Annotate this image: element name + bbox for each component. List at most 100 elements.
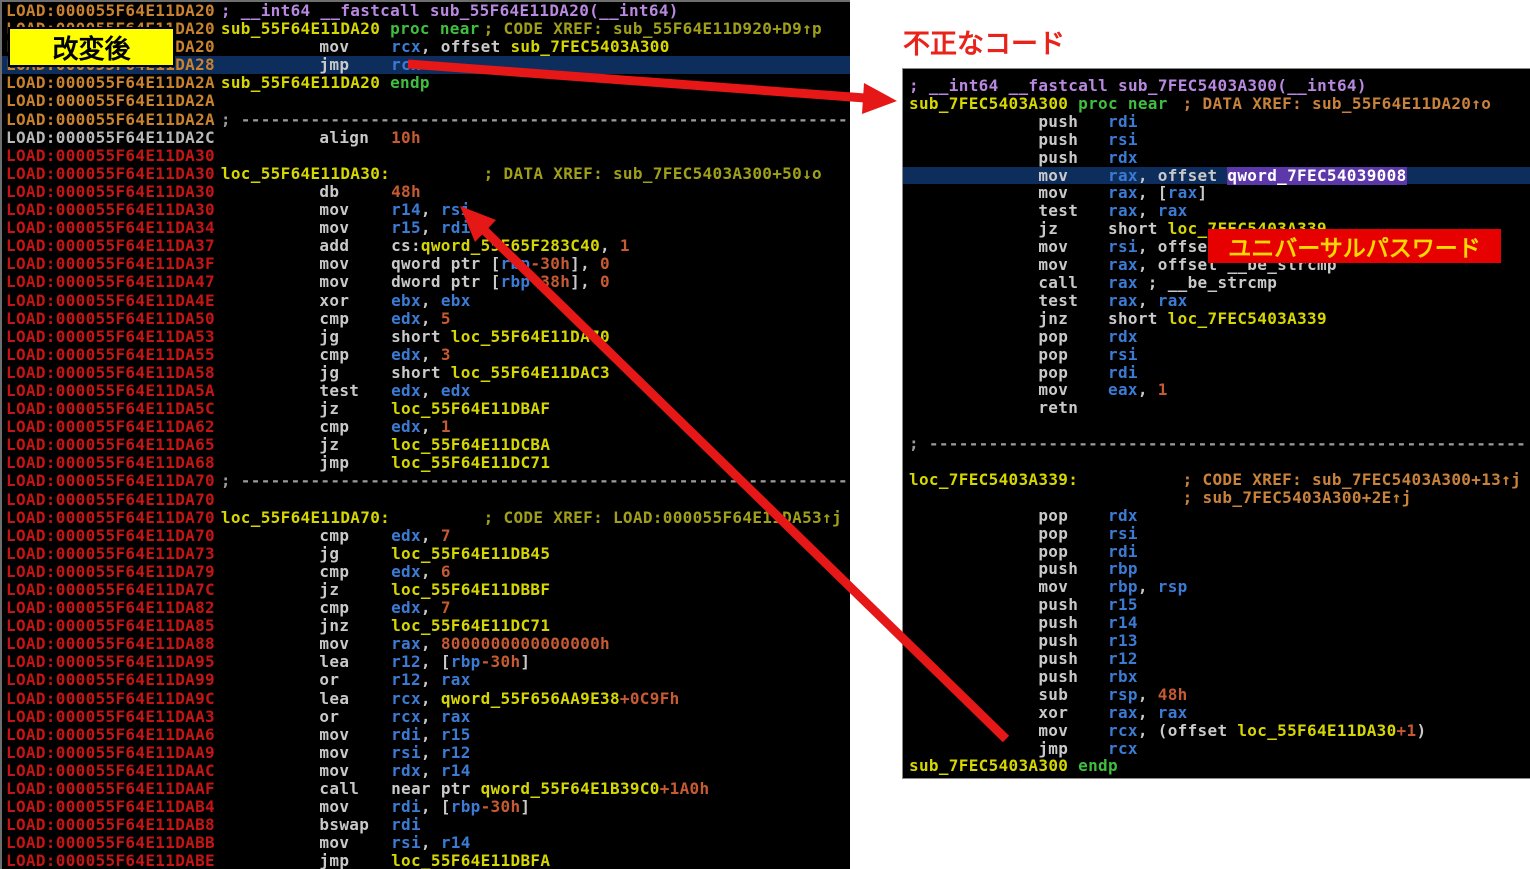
disassembly-panel-patched[interactable]: LOAD:000055F64E11DA20; __int64 __fastcal… (0, 0, 850, 869)
asm-row[interactable]: LOAD:000055F64E11DA30loc_55F64E11DA30:; … (2, 165, 850, 183)
asm-row[interactable]: LOAD:000055F64E11DAB8bswaprdi (2, 816, 850, 834)
asm-row[interactable]: LOAD:000055F64E11DAB4movrdi, [rbp-30h] (2, 798, 850, 816)
asm-row[interactable]: ; --------------------------------------… (903, 435, 1530, 453)
asm-row[interactable]: LOAD:000055F64E11DAAFcallnear ptr qword_… (2, 780, 850, 798)
asm-row[interactable]: movrbp, rsp (903, 578, 1530, 596)
asm-row[interactable]: pushrbx (903, 668, 1530, 686)
asm-row[interactable]: LOAD:000055F64E11DA58jgshort loc_55F64E1… (2, 364, 850, 382)
asm-token: r12 (1108, 650, 1138, 668)
asm-token: push (1038, 632, 1078, 650)
asm-row[interactable]: LOAD:000055F64E11DA30 (2, 147, 850, 165)
asm-row[interactable]: LOAD:000055F64E11DABEjmploc_55F64E11DBFA (2, 852, 850, 869)
asm-token: +1 (1397, 722, 1417, 740)
asm-token: short (1108, 220, 1168, 238)
disassembly-panel-malicious[interactable]: ; __int64 __fastcall sub_7FEC5403A300(__… (902, 68, 1530, 779)
asm-row[interactable]: poprdi (903, 364, 1530, 382)
asm-token: sub_55F64E11DA20 (221, 74, 380, 92)
asm-row[interactable]: jnzshort loc_7FEC5403A339 (903, 310, 1530, 328)
asm-row[interactable]: pushrdx (903, 149, 1530, 167)
asm-token: jz (1038, 220, 1058, 238)
asm-row[interactable]: LOAD:000055F64E11DA73jgloc_55F64E11DB45 (2, 545, 850, 563)
asm-token: rbp (501, 273, 531, 291)
asm-row[interactable]: poprdx (903, 507, 1530, 525)
asm-row[interactable]: ; sub_7FEC5403A300+2E↑j (903, 489, 1530, 507)
asm-token: rcx (1108, 740, 1138, 758)
asm-row[interactable]: sub_7FEC5403A300proc near; DATA XREF: su… (903, 95, 1530, 113)
asm-row[interactable]: pushrsi (903, 131, 1530, 149)
asm-row[interactable]: LOAD:000055F64E11DA30db48h (2, 183, 850, 201)
asm-token: , [ (1138, 184, 1168, 202)
asm-row[interactable]: movrax, offset qword_7FEC54039008 (903, 167, 1530, 185)
asm-row[interactable]: LOAD:000055F64E11DAA3orrcx, rax (2, 708, 850, 726)
asm-token: rdi (391, 726, 421, 744)
asm-row[interactable]: subrsp, 48h (903, 686, 1530, 704)
asm-row[interactable]: LOAD:000055F64E11DA34movr15, rdi (2, 219, 850, 237)
asm-row[interactable]: poprsi (903, 346, 1530, 364)
asm-row[interactable]: sub_7FEC5403A300endp (903, 757, 1530, 775)
asm-row[interactable]: LOAD:000055F64E11DA50cmpedx, 5 (2, 310, 850, 328)
asm-row[interactable]: LOAD:000055F64E11DA85jnzloc_55F64E11DC71 (2, 617, 850, 635)
asm-row[interactable]: pushr15 (903, 596, 1530, 614)
asm-row[interactable]: LOAD:000055F64E11DA47movdword ptr [rbp-3… (2, 273, 850, 291)
asm-row[interactable]: LOAD:000055F64E11DA9Clearcx, qword_55F65… (2, 690, 850, 708)
asm-row[interactable]: LOAD:000055F64E11DA2Calign10h (2, 129, 850, 147)
asm-row[interactable]: xorrax, rax (903, 704, 1530, 722)
asm-row[interactable]: LOAD:000055F64E11DA2A (2, 92, 850, 110)
asm-row[interactable]: LOAD:000055F64E11DA70; -----------------… (2, 472, 850, 490)
asm-token: , (421, 834, 441, 852)
asm-row[interactable]: LOAD:000055F64E11DA70loc_55F64E11DA70:; … (2, 509, 850, 527)
asm-row[interactable]: LOAD:000055F64E11DA20; __int64 __fastcal… (2, 2, 850, 20)
asm-row[interactable]: jmprcx (903, 740, 1530, 758)
asm-row[interactable]: pushrbp (903, 560, 1530, 578)
asm-token: FEC54039008 (1297, 167, 1406, 185)
asm-row[interactable]: LOAD:000055F64E11DA70 (2, 491, 850, 509)
asm-row[interactable]: LOAD:000055F64E11DAA6movrdi, r15 (2, 726, 850, 744)
asm-row[interactable]: poprdi (903, 543, 1530, 561)
asm-token: +0C9Fh (620, 690, 680, 708)
asm-row[interactable]: LOAD:000055F64E11DA68jmploc_55F64E11DC71 (2, 454, 850, 472)
asm-row[interactable]: LOAD:000055F64E11DA3Fmovqword ptr [rbp-3… (2, 255, 850, 273)
asm-row[interactable]: LOAD:000055F64E11DA30movr14, rsi (2, 201, 850, 219)
asm-row[interactable]: pushr14 (903, 614, 1530, 632)
asm-row[interactable]: LOAD:000055F64E11DA5Atestedx, edx (2, 382, 850, 400)
asm-row[interactable]: LOAD:000055F64E11DA55cmpedx, 3 (2, 346, 850, 364)
asm-row[interactable]: LOAD:000055F64E11DAA9movrsi, r12 (2, 744, 850, 762)
asm-row[interactable]: ; __int64 __fastcall sub_7FEC5403A300(__… (903, 77, 1530, 95)
asm-row[interactable]: LOAD:000055F64E11DA62cmpedx, 1 (2, 418, 850, 436)
asm-row[interactable]: testrax, rax (903, 202, 1530, 220)
asm-row[interactable]: LOAD:000055F64E11DA82cmpedx, 7 (2, 599, 850, 617)
asm-token: rax (1158, 202, 1188, 220)
asm-row[interactable]: poprdx (903, 328, 1530, 346)
asm-row[interactable] (903, 417, 1530, 435)
asm-row[interactable]: movrax, [rax] (903, 184, 1530, 202)
asm-row[interactable]: movrcx, (offset loc_55F64E11DA30+1) (903, 722, 1530, 740)
asm-row[interactable]: LOAD:000055F64E11DA53jgshort loc_55F64E1… (2, 328, 850, 346)
asm-row[interactable] (903, 453, 1530, 471)
asm-row[interactable]: LOAD:000055F64E11DA99orr12, rax (2, 671, 850, 689)
asm-row[interactable]: LOAD:000055F64E11DA95lear12, [rbp-30h] (2, 653, 850, 671)
asm-row[interactable]: LOAD:000055F64E11DA88movrax, 80000000000… (2, 635, 850, 653)
asm-row[interactable]: loc_7FEC5403A339:; CODE XREF: sub_7FEC54… (903, 471, 1530, 489)
asm-row[interactable]: LOAD:000055F64E11DA70cmpedx, 7 (2, 527, 850, 545)
asm-token: edx (391, 563, 421, 581)
asm-row[interactable]: LOAD:000055F64E11DABBmovrsi, r14 (2, 834, 850, 852)
asm-row[interactable]: LOAD:000055F64E11DA2Asub_55F64E11DA20end… (2, 74, 850, 92)
asm-token: r14 (441, 762, 471, 780)
asm-token: jnz (319, 617, 349, 635)
asm-row[interactable]: LOAD:000055F64E11DA4Exorebx, ebx (2, 292, 850, 310)
asm-row[interactable]: LOAD:000055F64E11DA2A; -----------------… (2, 111, 850, 129)
asm-row[interactable]: LOAD:000055F64E11DA5Cjzloc_55F64E11DBAF (2, 400, 850, 418)
asm-row[interactable]: LOAD:000055F64E11DA7Cjzloc_55F64E11DBBF (2, 581, 850, 599)
asm-row[interactable]: poprsi (903, 525, 1530, 543)
asm-row[interactable]: moveax, 1 (903, 381, 1530, 399)
asm-row[interactable]: LOAD:000055F64E11DAACmovrdx, r14 (2, 762, 850, 780)
asm-row[interactable]: LOAD:000055F64E11DA65jzloc_55F64E11DCBA (2, 436, 850, 454)
asm-row[interactable]: testrax, rax (903, 292, 1530, 310)
asm-row[interactable]: pushr13 (903, 632, 1530, 650)
asm-row[interactable]: LOAD:000055F64E11DA37addcs:qword_55F65F2… (2, 237, 850, 255)
asm-row[interactable]: pushrdi (903, 113, 1530, 131)
asm-row[interactable]: pushr12 (903, 650, 1530, 668)
asm-row[interactable]: LOAD:000055F64E11DA79cmpedx, 6 (2, 563, 850, 581)
asm-row[interactable]: callrax ; __be_strcmp (903, 274, 1530, 292)
asm-row[interactable]: retn (903, 399, 1530, 417)
